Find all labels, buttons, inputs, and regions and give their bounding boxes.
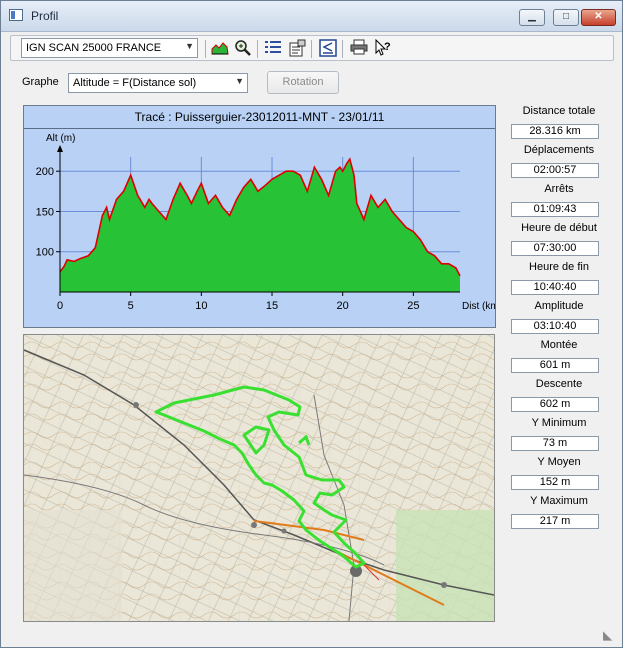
x-tick-label: 5 — [128, 300, 134, 312]
close-button[interactable]: ✕ — [581, 9, 616, 26]
altitude-area — [60, 159, 460, 292]
export-icon[interactable] — [318, 39, 338, 59]
chart-title: Tracé : Puisserguier-23012011-MNT - 23/0… — [24, 106, 495, 129]
stat-value-amplitude: 03:10:40 — [511, 319, 599, 334]
chevron-down-icon: ▼ — [185, 41, 194, 51]
zoom-icon[interactable] — [233, 39, 253, 59]
stat-label-heure-fin: Heure de fin — [529, 261, 589, 273]
y-axis-label: Alt (m) — [46, 133, 75, 144]
stat-label-y-moyen: Y Moyen — [537, 456, 581, 468]
stat-label-descente: Descente — [535, 378, 583, 390]
stat-label-deplacements: Déplacements — [523, 144, 595, 156]
properties-icon[interactable] — [287, 39, 307, 59]
minimize-button[interactable]: ▁ — [519, 9, 545, 26]
svg-text:?: ? — [384, 41, 391, 53]
map-source-select[interactable]: IGN SCAN 25000 FRANCE ▼ — [21, 38, 198, 58]
map-view[interactable] — [23, 334, 495, 622]
list-icon[interactable] — [263, 39, 283, 59]
toolbar-separator — [342, 40, 343, 58]
map-source-value: IGN SCAN 25000 FRANCE — [26, 42, 162, 54]
y-axis-arrow-icon — [57, 145, 63, 152]
graph-type-select[interactable]: Altitude = F(Distance sol) ▼ — [68, 73, 248, 93]
stat-label-distance-total: Distance totale — [522, 105, 596, 117]
toolbar: IGN SCAN 25000 FRANCE ▼ ? — [10, 35, 614, 61]
stat-value-distance-total: 28.316 km — [511, 124, 599, 139]
print-icon[interactable] — [349, 39, 369, 59]
resize-grip-icon[interactable]: ◢ — [602, 631, 616, 640]
stat-label-y-minimum: Y Minimum — [531, 417, 587, 429]
stat-value-arrets: 01:09:43 — [511, 202, 599, 217]
topographic-map — [24, 335, 494, 621]
chevron-down-icon: ▼ — [235, 76, 244, 86]
x-tick-label: 0 — [57, 300, 63, 312]
x-tick-label: 15 — [266, 300, 278, 312]
profile-chart-panel: Tracé : Puisserguier-23012011-MNT - 23/0… — [23, 105, 496, 328]
stat-label-montee: Montée — [540, 339, 578, 351]
stat-value-heure-fin: 10:40:40 — [511, 280, 599, 295]
rotation-button[interactable]: Rotation — [267, 71, 339, 94]
y-tick-label: 150 — [36, 206, 54, 218]
stat-value-descente: 602 m — [511, 397, 599, 412]
x-axis-label: Dist (km) — [462, 301, 495, 312]
profile-chart-icon[interactable] — [210, 39, 230, 59]
stat-value-deplacements: 02:00:57 — [511, 163, 599, 178]
toolbar-separator — [257, 40, 258, 58]
x-tick-label: 20 — [337, 300, 349, 312]
toolbar-separator — [311, 40, 312, 58]
stat-value-montee: 601 m — [511, 358, 599, 373]
toolbar-separator — [205, 40, 206, 58]
y-tick-label: 200 — [36, 166, 54, 178]
y-tick-label: 100 — [36, 247, 54, 259]
stat-value-y-maximum: 217 m — [511, 514, 599, 529]
help-icon[interactable]: ? — [373, 38, 393, 59]
window-title: Profil — [31, 9, 59, 23]
stat-value-heure-debut: 07:30:00 — [511, 241, 599, 256]
stat-label-arrets: Arrêts — [544, 183, 574, 195]
stat-value-y-moyen: 152 m — [511, 475, 599, 490]
graph-label: Graphe — [22, 76, 59, 88]
stat-label-y-maximum: Y Maximum — [530, 495, 588, 507]
stat-label-heure-debut: Heure de début — [521, 222, 597, 234]
maximize-button[interactable]: □ — [553, 9, 579, 26]
elevation-profile-chart: 0 5 10 15 20 25 100 150 200 Alt (m) Dist (km) — [36, 133, 495, 312]
app-icon — [9, 9, 23, 21]
graph-type-value: Altitude = F(Distance sol) — [73, 77, 197, 89]
title-bar[interactable]: Profil ▁ □ ✕ — [1, 1, 622, 32]
stat-label-amplitude: Amplitude — [534, 300, 584, 312]
x-tick-label: 25 — [407, 300, 419, 312]
stat-value-y-minimum: 73 m — [511, 436, 599, 451]
x-tick-label: 10 — [195, 300, 207, 312]
profile-window: Profil ▁ □ ✕ IGN SCAN 25000 FRANCE ▼ ? G… — [0, 0, 623, 648]
